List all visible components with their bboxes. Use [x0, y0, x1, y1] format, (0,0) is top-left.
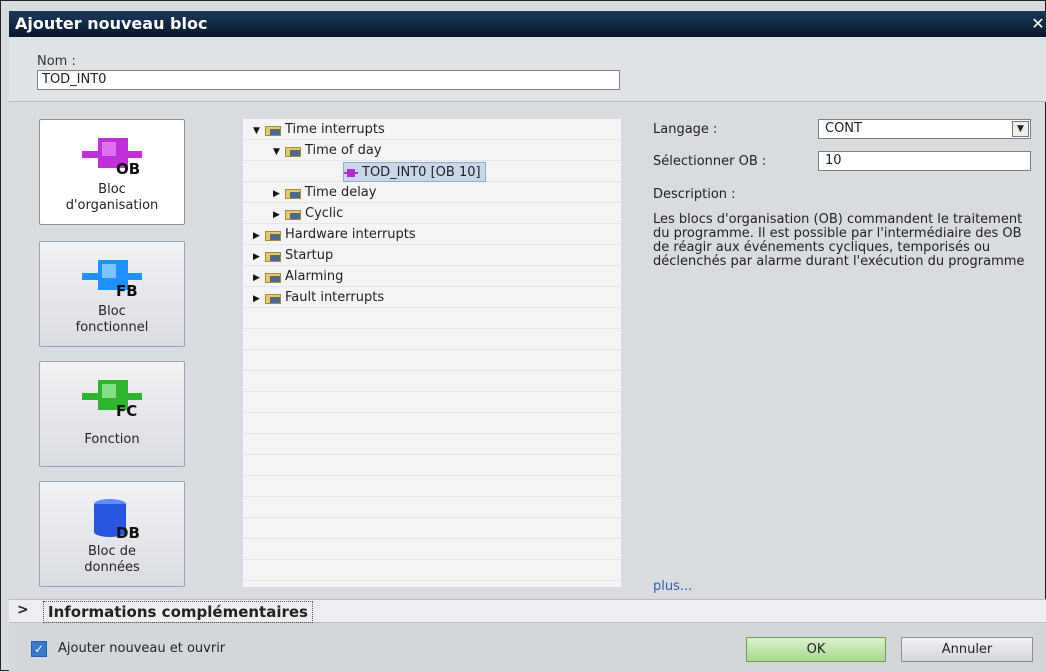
tree-item-tod-int0[interactable]: TOD_INT0 [OB 10]: [343, 162, 486, 182]
folder-icon: [285, 208, 302, 220]
svg-text:DB: DB: [116, 524, 140, 540]
folder-icon: [265, 229, 282, 241]
folder-icon: [265, 271, 282, 283]
name-label: Nom :: [37, 54, 76, 69]
tree-item-hardware-interrupts[interactable]: ▶ Hardware interrupts: [253, 225, 416, 245]
collapsed-arrow-icon[interactable]: ▶: [253, 247, 265, 267]
svg-text:OB: OB: [116, 160, 140, 178]
add-and-open-checkbox[interactable]: ✓: [31, 641, 47, 657]
fc-icon: FC: [82, 380, 142, 420]
fb-block-label: Bloc fonctionnel: [75, 304, 149, 335]
svg-text:FB: FB: [116, 282, 138, 300]
tree-item-time-interrupts[interactable]: ▼ Time interrupts: [253, 120, 385, 140]
dialog-titlebar: Ajouter nouveau bloc ✕: [9, 11, 1046, 37]
dialog-title: Ajouter nouveau bloc: [15, 14, 208, 33]
description-label: Description :: [653, 187, 736, 202]
add-and-open-label: Ajouter nouveau et ouvrir: [58, 641, 226, 656]
language-select[interactable]: CONT ▼: [818, 119, 1031, 139]
additional-info-label[interactable]: Informations complémentaires: [43, 601, 313, 623]
folder-icon: [285, 145, 302, 157]
more-link[interactable]: plus...: [653, 579, 692, 594]
folder-icon: [265, 250, 282, 262]
dialog-window: Ajouter nouveau bloc ✕ Nom : TOD_INT0 OB…: [0, 0, 1046, 672]
additional-info-bar[interactable]: > Informations complémentaires: [9, 599, 1046, 623]
description-text: Les blocs d'organisation (OB) commandent…: [653, 212, 1025, 269]
fc-block-label: Fonction: [84, 432, 140, 447]
tree-item-alarming[interactable]: ▶ Alarming: [253, 267, 343, 287]
fc-block-button[interactable]: FC Fonction: [39, 361, 185, 467]
close-icon[interactable]: ✕: [1029, 11, 1046, 37]
language-value: CONT: [825, 121, 862, 136]
expanded-arrow-icon[interactable]: ▼: [253, 121, 265, 141]
language-label: Langage :: [653, 122, 718, 137]
ob-tree-panel: ▼ Time interrupts ▼ Time of day TOD_INT0 […: [243, 119, 621, 587]
ob-small-icon: [344, 168, 358, 178]
db-icon: DB: [94, 499, 140, 540]
collapsed-arrow-icon[interactable]: ▶: [253, 268, 265, 288]
tree-item-fault-interrupts[interactable]: ▶ Fault interrupts: [253, 288, 384, 308]
svg-text:FC: FC: [116, 402, 137, 420]
dropdown-arrow-icon[interactable]: ▼: [1012, 121, 1029, 137]
db-block-button[interactable]: DB Bloc de données: [39, 481, 185, 587]
ob-number-input[interactable]: 10: [818, 151, 1031, 171]
collapsed-arrow-icon[interactable]: ▶: [253, 226, 265, 246]
ob-icon: OB: [82, 138, 142, 178]
ob-block-button[interactable]: OB Bloc d'organisation: [39, 119, 185, 225]
ob-block-label: Bloc d'organisation: [65, 182, 159, 213]
tree-item-cyclic[interactable]: ▶ Cyclic: [273, 204, 343, 224]
collapsed-arrow-icon[interactable]: ▶: [273, 205, 285, 225]
fb-block-button[interactable]: FB Bloc fonctionnel: [39, 241, 185, 347]
db-block-label: Bloc de données: [84, 544, 140, 575]
name-input[interactable]: TOD_INT0: [37, 70, 620, 90]
fb-icon: FB: [82, 260, 142, 300]
collapsed-arrow-icon[interactable]: ▶: [253, 289, 265, 309]
expanded-arrow-icon[interactable]: ▼: [273, 142, 285, 162]
select-ob-label: Sélectionner OB :: [653, 154, 767, 169]
ok-button[interactable]: OK: [746, 637, 886, 662]
cancel-button[interactable]: Annuler: [901, 637, 1033, 662]
tree-item-time-of-day[interactable]: ▼ Time of day: [273, 141, 382, 161]
folder-icon: [285, 187, 302, 199]
collapsed-arrow-icon[interactable]: ▶: [273, 184, 285, 204]
folder-icon: [265, 124, 282, 136]
tree-item-time-delay[interactable]: ▶ Time delay: [273, 183, 376, 203]
folder-icon: [265, 292, 282, 304]
tree-item-startup[interactable]: ▶ Startup: [253, 246, 333, 266]
chevron-right-icon[interactable]: >: [17, 602, 29, 618]
